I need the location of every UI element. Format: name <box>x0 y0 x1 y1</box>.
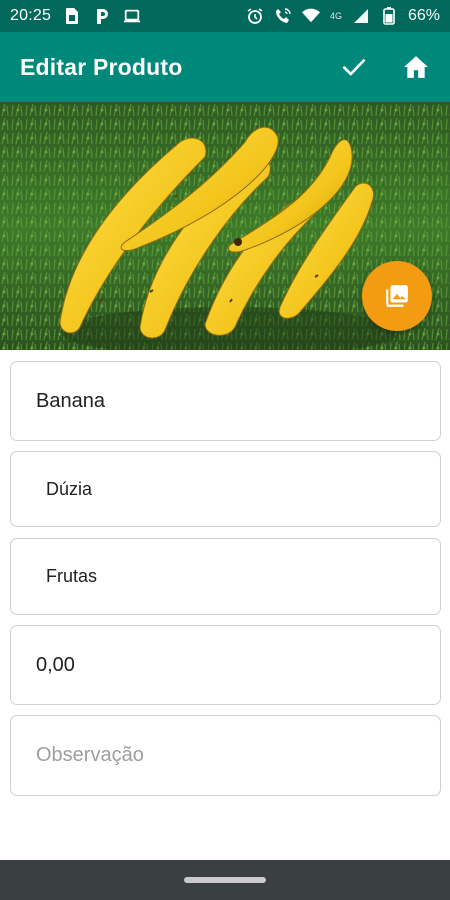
app-bar: Editar Produto <box>0 32 450 102</box>
system-nav-bar <box>0 860 450 900</box>
battery-percent: 66% <box>407 7 440 24</box>
page-title: Editar Produto <box>20 53 183 80</box>
home-gesture-handle[interactable] <box>184 877 266 883</box>
status-bar: 20:25 4G 66% <box>0 0 450 32</box>
notes-input[interactable]: Observação <box>10 715 441 796</box>
wifi-icon <box>301 7 320 25</box>
unit-value: Dúzia <box>46 478 93 499</box>
category-select[interactable]: Frutas <box>10 538 441 615</box>
signal-icon <box>352 7 370 25</box>
status-time: 20:25 <box>10 7 52 24</box>
home-button[interactable] <box>402 53 430 81</box>
gallery-button[interactable] <box>362 261 432 331</box>
product-name-value: Banana <box>36 389 105 412</box>
check-icon <box>342 59 366 76</box>
home-icon <box>404 56 428 78</box>
network-type-label: 4G <box>329 11 342 21</box>
price-value: 0,00 <box>36 653 75 676</box>
notes-placeholder: Observação <box>36 744 144 766</box>
alarm-icon <box>246 7 264 25</box>
p-app-icon <box>93 7 111 25</box>
unit-select[interactable]: Dúzia <box>10 451 441 527</box>
product-name-input[interactable]: Banana <box>10 361 441 441</box>
wifi-calling-icon <box>274 7 292 25</box>
sim-card-icon <box>63 7 81 25</box>
battery-icon <box>380 7 398 25</box>
category-value: Frutas <box>46 566 98 586</box>
price-input[interactable]: 0,00 <box>10 625 441 705</box>
confirm-button[interactable] <box>340 53 368 81</box>
gallery-icon <box>386 285 408 307</box>
laptop-icon <box>123 7 141 25</box>
